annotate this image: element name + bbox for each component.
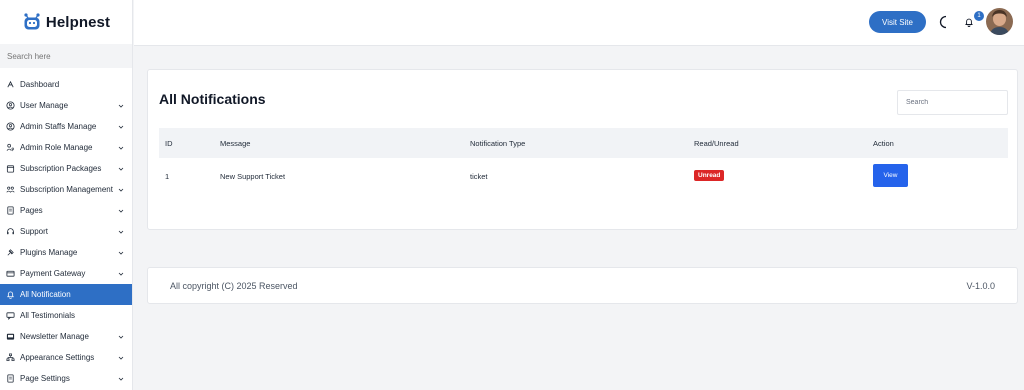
sidebar-item-label: User Manage [20,101,69,110]
page-settings-icon [6,374,15,383]
sidebar-item-label: Pages [20,206,43,215]
avatar[interactable] [986,8,1013,35]
sidebar-item-label: Appearance Settings [20,353,95,362]
sidebar-item-user-manage[interactable]: User Manage [0,95,132,116]
chevron-down-icon [118,187,124,193]
chevron-down-icon [118,355,124,361]
cell-type: ticket [470,172,488,181]
headset-icon [6,227,15,236]
sidebar-item-label: Newsletter Manage [20,332,89,341]
bell-icon [6,290,15,299]
plug-icon [6,248,15,257]
sidebar-search-input[interactable] [7,51,127,61]
card-icon [6,269,15,278]
inbox-icon [6,332,15,341]
footer: All copyright (C) 2025 Reserved V-1.0.0 [147,267,1018,304]
chevron-down-icon [118,166,124,172]
sidebar-menu: Dashboard User Manage Admin Staffs Manage A… [0,74,132,389]
sidebar-item-all-testimonials[interactable]: All Testimonials [0,305,132,326]
chevron-down-icon [118,271,124,277]
sidebar-search [0,44,132,68]
sidebar: Helpnest Dashboard User Manage Admin Staff… [0,0,133,390]
sidebar-item-subscription-packages[interactable]: Subscription Packages [0,158,132,179]
sidebar-item-label: Admin Staffs Manage [20,122,97,131]
sidebar-item-label: Subscription Packages [20,164,102,173]
sidebar-item-label: Subscription Management [20,185,113,194]
sidebar-item-dashboard[interactable]: Dashboard [0,74,132,95]
table-row: 1 New Support Ticket ticket Unread View [159,158,1008,194]
comment-icon [6,311,15,320]
sidebar-item-pages[interactable]: Pages [0,200,132,221]
brand-name: Helpnest [45,13,111,31]
visit-site-button[interactable]: Visit Site [869,11,926,33]
sidebar-item-appearance-settings[interactable]: Appearance Settings [0,347,132,368]
sidebar-item-label: Plugins Manage [20,248,78,257]
chevron-down-icon [118,103,124,109]
chevron-down-icon [118,250,124,256]
sidebar-item-label: Dashboard [20,80,60,89]
column-header-read-status: Read/Unread [694,138,739,148]
sidebar-item-label: All Testimonials [20,311,75,320]
cell-id: 1 [165,172,170,181]
sidebar-item-page-settings[interactable]: Page Settings [0,368,132,389]
chevron-down-icon [118,208,124,214]
user-key-icon [6,143,15,152]
notifications-search-input[interactable] [897,90,1008,115]
dashboard-icon [6,80,15,89]
chevron-down-icon [118,376,124,382]
user-circle-icon [6,122,15,131]
sidebar-item-support[interactable]: Support [0,221,132,242]
chevron-down-icon [118,145,124,151]
sidebar-item-all-notification[interactable]: All Notification [0,284,132,305]
sidebar-item-newsletter-manage[interactable]: Newsletter Manage [0,326,132,347]
sidebar-item-label: Payment Gateway [20,269,86,278]
topbar: Visit Site 1 [134,0,1024,46]
copyright-text: All copyright (C) 2025 Reserved [170,281,298,291]
sidebar-item-label: Admin Role Manage [20,143,93,152]
bell-icon[interactable] [964,17,974,27]
sitemap-icon [6,353,15,362]
moon-icon[interactable] [937,15,951,29]
calendar-icon [6,164,15,173]
sidebar-item-admin-staffs-manage[interactable]: Admin Staffs Manage [0,116,132,137]
sidebar-item-plugins-manage[interactable]: Plugins Manage [0,242,132,263]
chevron-down-icon [118,334,124,340]
users-icon [6,185,15,194]
sidebar-item-payment-gateway[interactable]: Payment Gateway [0,263,132,284]
table-header: ID Message Notification Type Read/Unread… [159,128,1008,158]
cell-message: New Support Ticket [220,172,286,181]
chevron-down-icon [118,124,124,130]
brand-logo[interactable]: Helpnest [0,0,132,44]
notification-count-badge: 1 [974,11,984,21]
notifications-card: All Notifications ID Message Notificatio… [147,69,1018,230]
column-header-message: Message [220,138,251,148]
chevron-down-icon [118,229,124,235]
unread-status-badge: Unread [694,170,725,181]
robot-logo-icon [24,13,40,30]
version-text: V-1.0.0 [966,281,995,291]
user-icon [6,101,15,110]
page-icon [6,206,15,215]
page-title: All Notifications [159,91,266,107]
sidebar-item-label: Support [20,227,49,236]
column-header-action: Action [873,138,894,148]
column-header-id: ID [165,138,173,148]
view-button[interactable]: View [873,164,908,187]
column-header-type: Notification Type [470,138,526,148]
sidebar-item-label: Page Settings [20,374,70,383]
sidebar-item-subscription-management[interactable]: Subscription Management [0,179,132,200]
sidebar-item-label: All Notification [20,290,71,299]
sidebar-item-admin-role-manage[interactable]: Admin Role Manage [0,137,132,158]
